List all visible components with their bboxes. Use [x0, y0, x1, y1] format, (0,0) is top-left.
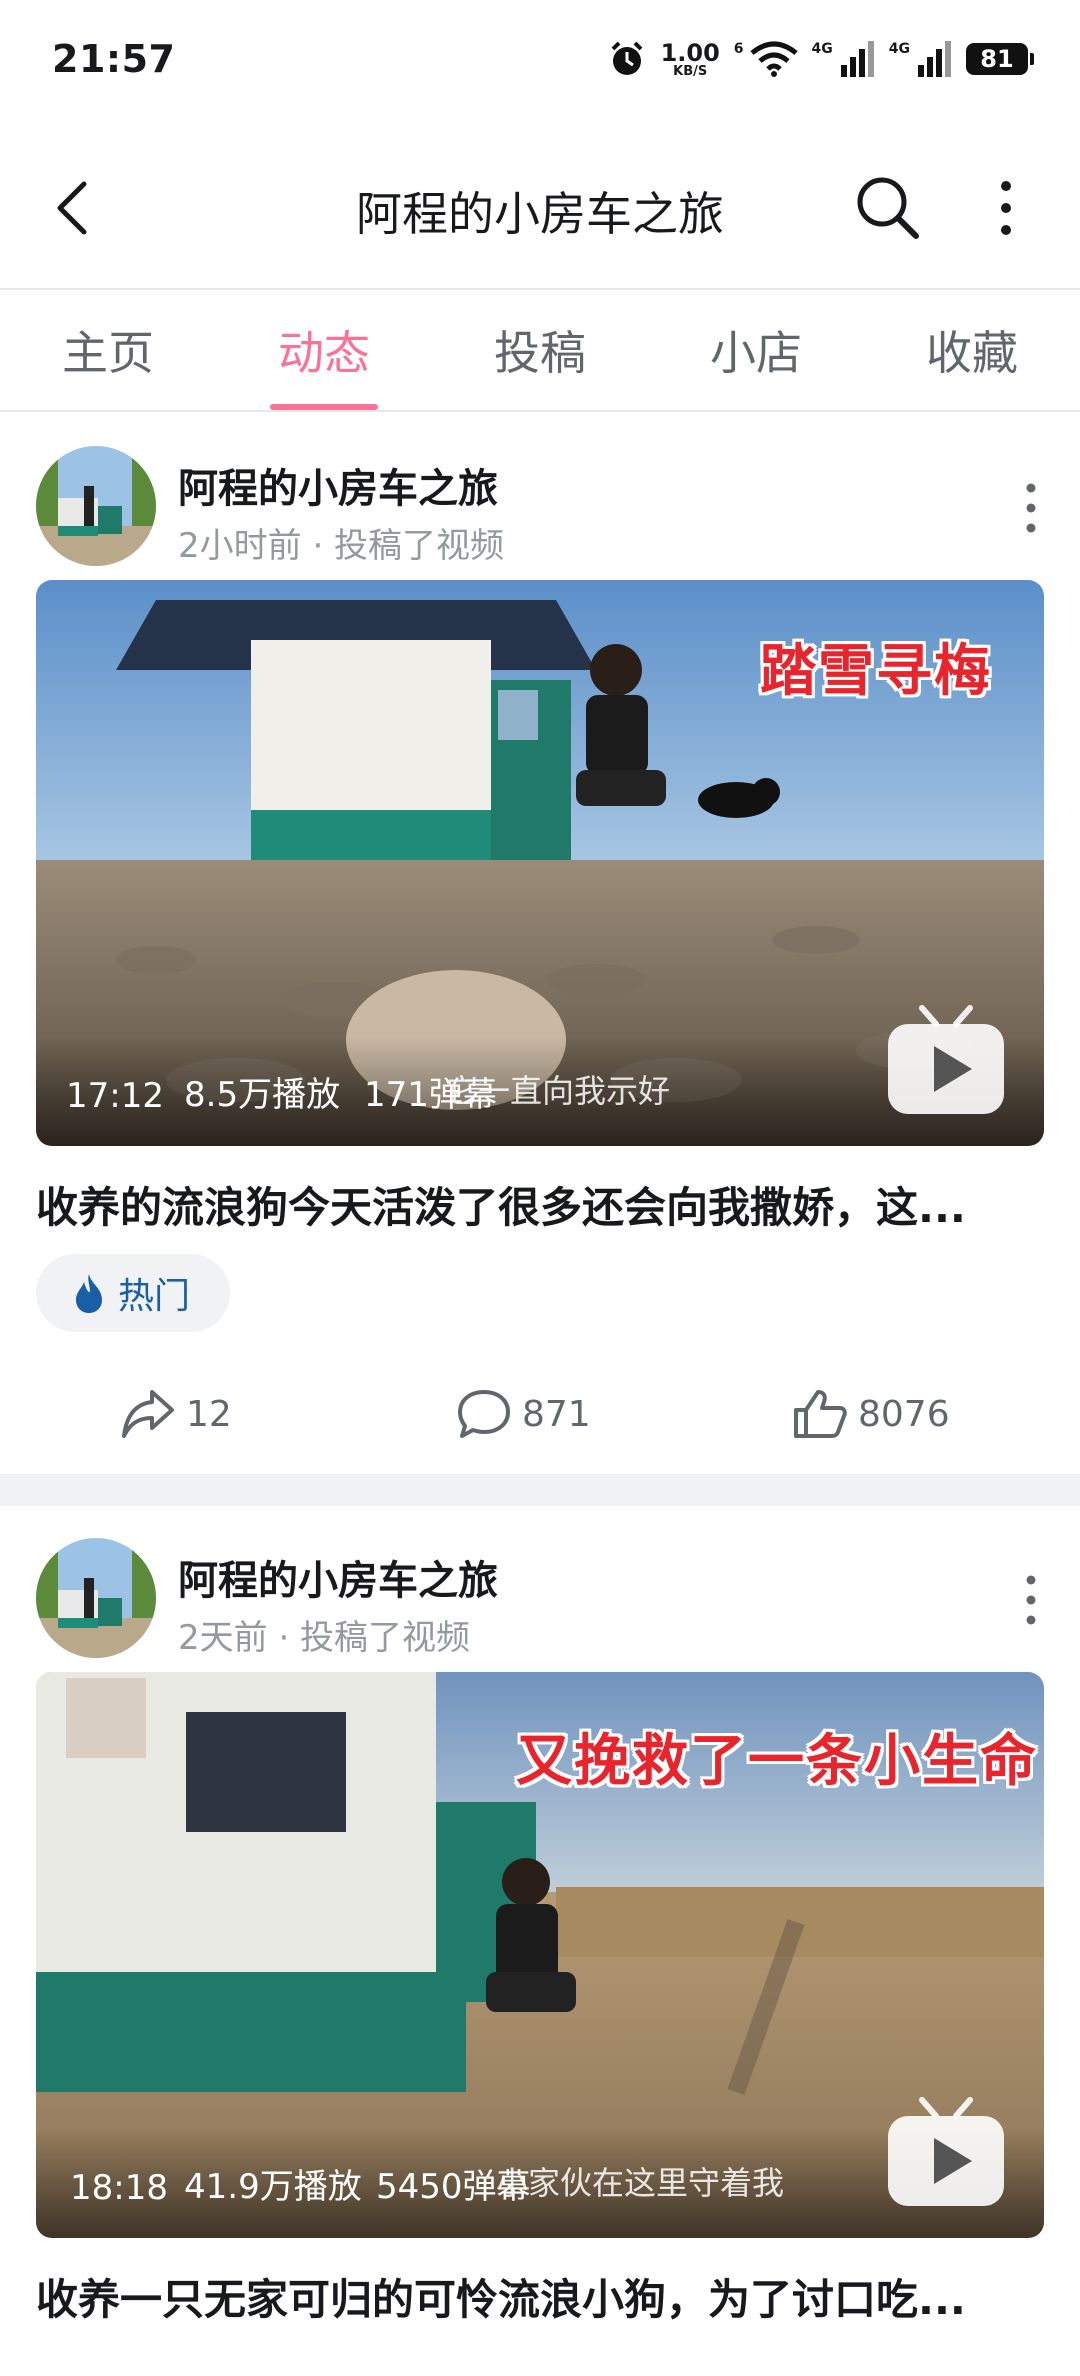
- cell-badge-2: 4G: [888, 41, 910, 57]
- post-meta: 2小时前 · 投稿了视频: [178, 526, 505, 566]
- author-header: 阿程的小房车之旅 2小时前 · 投稿了视频: [36, 434, 1046, 566]
- feed-card[interactable]: 阿程的小房车之旅 2小时前 · 投稿了视频 踏雪寻梅 17:12 8.5万播放 …: [0, 414, 1080, 1474]
- network-speed-unit: KB/S: [673, 63, 708, 79]
- comment-button[interactable]: 871: [456, 1388, 591, 1440]
- feed-card[interactable]: 阿程的小房车之旅 2天前 · 投稿了视频 又挽救了一条小生命 18:18 41.…: [0, 1506, 1080, 2376]
- video-thumbnail[interactable]: 又挽救了一条小生命 18:18 41.9万播放 5450弹幕 小家伙在这里守着我: [36, 1672, 1044, 2238]
- tab-home[interactable]: 主页: [0, 290, 216, 410]
- network-speed: 1.00 KB/S: [661, 41, 720, 78]
- author-name[interactable]: 阿程的小房车之旅: [178, 456, 498, 514]
- share-count: 12: [186, 1393, 232, 1435]
- tab-shop[interactable]: 小店: [648, 290, 864, 410]
- author-name[interactable]: 阿程的小房车之旅: [178, 1548, 498, 1606]
- video-play-icon: [888, 1005, 1004, 1114]
- battery-level: 81: [980, 45, 1014, 73]
- top-nav-bar: 阿程的小房车之旅: [0, 128, 1080, 288]
- avatar[interactable]: [36, 446, 156, 566]
- avatar[interactable]: [36, 1538, 156, 1658]
- wifi-icon: [749, 41, 798, 77]
- share-button[interactable]: 12: [120, 1388, 232, 1440]
- tab-dynamics[interactable]: 动态: [216, 290, 432, 410]
- comment-icon: [458, 1390, 510, 1438]
- card-divider: [0, 1474, 1080, 1506]
- video-duration: 18:18: [70, 2168, 168, 2208]
- post-title[interactable]: 收养的流浪狗今天活泼了很多还会向我撒娇，这...: [36, 1174, 1046, 1235]
- action-bar: 12 871 8076: [0, 1374, 1080, 1464]
- tab-uploads[interactable]: 投稿: [432, 290, 648, 410]
- author-header: 阿程的小房车之旅 2天前 · 投稿了视频: [36, 1526, 1046, 1658]
- status-bar: 21:57 1.00 KB/S 6 4G 4G 81: [0, 0, 1080, 118]
- post-title[interactable]: 收养一只无家可归的可怜流浪小狗，为了讨口吃...: [36, 2266, 1046, 2327]
- more-vertical-icon[interactable]: [1016, 1570, 1046, 1630]
- video-duration: 17:12: [66, 1076, 164, 1116]
- hot-tag-label: 热门: [118, 1276, 191, 1317]
- comment-count: 871: [522, 1393, 591, 1435]
- share-icon: [122, 1390, 174, 1438]
- wifi-badge: 6: [733, 41, 744, 57]
- more-vertical-icon[interactable]: [986, 176, 1026, 240]
- flame-icon: [76, 1274, 102, 1313]
- signal-icon-1: [840, 41, 874, 77]
- profile-tabs: 主页 动态 投稿 小店 收藏: [0, 288, 1080, 412]
- video-play-icon: [888, 2097, 1004, 2206]
- post-meta: 2天前 · 投稿了视频: [178, 1618, 471, 1658]
- thumbnail-overlay-text: 踏雪寻梅: [760, 639, 992, 704]
- more-vertical-icon[interactable]: [1016, 478, 1046, 538]
- battery-icon: 81: [966, 43, 1034, 75]
- tab-favorites[interactable]: 收藏: [864, 290, 1080, 410]
- status-icons: 1.00 KB/S 6 4G 4G 81: [607, 39, 1034, 79]
- network-speed-value: 1.00: [660, 38, 720, 67]
- view-count: 41.9万播放: [184, 2167, 362, 2207]
- view-count: 8.5万播放: [184, 1075, 341, 1115]
- like-button[interactable]: 8076: [792, 1388, 950, 1440]
- video-subtitle: 小家伙在这里守着我: [496, 2164, 785, 2202]
- alarm-icon: [611, 41, 642, 75]
- search-icon[interactable]: [852, 172, 924, 244]
- status-time: 21:57: [52, 37, 176, 81]
- thumbnail-overlay-text: 又挽救了一条小生命: [516, 1729, 1038, 1794]
- hot-tag[interactable]: 热门: [36, 1254, 231, 1332]
- signal-icon-2: [918, 41, 951, 77]
- video-subtitle: 它一直向我示好: [446, 1072, 671, 1110]
- cell-badge-1: 4G: [811, 41, 833, 57]
- video-thumbnail[interactable]: 踏雪寻梅 17:12 8.5万播放 171弹幕 它一直向我示好: [36, 580, 1044, 1146]
- thumbs-up-icon: [794, 1390, 847, 1438]
- like-count: 8076: [858, 1393, 950, 1435]
